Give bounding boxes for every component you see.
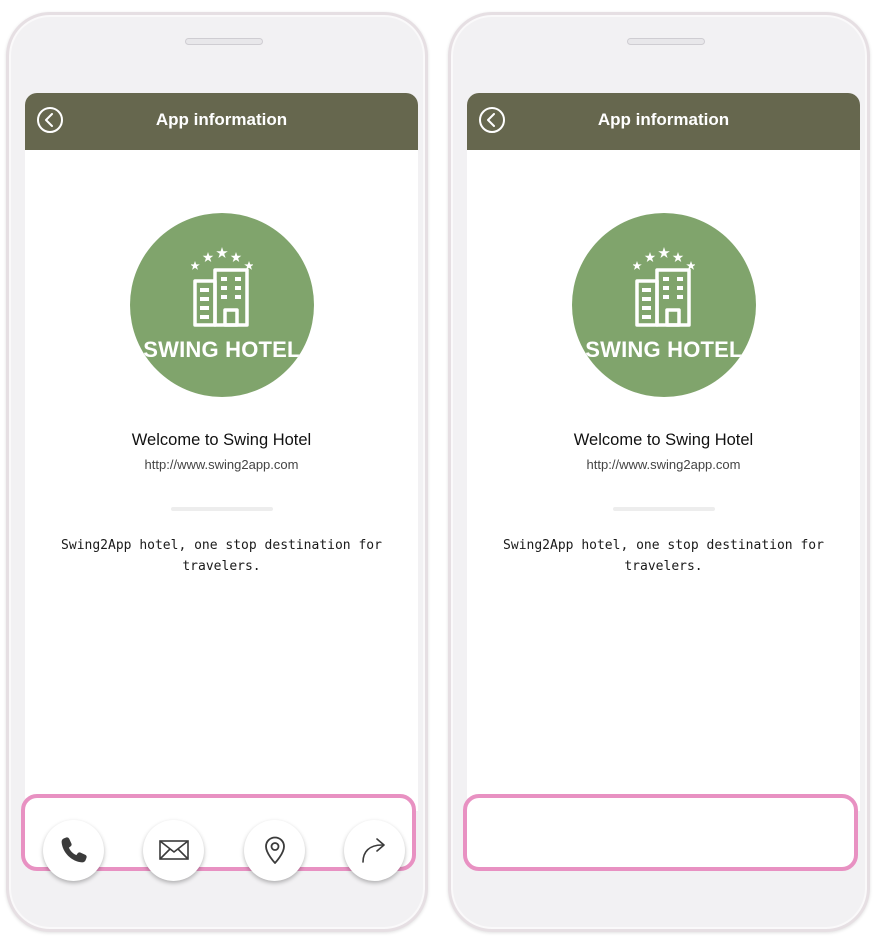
phone-frame-right: App information SWING HOTEL Welcome to S… [448,12,870,932]
divider [613,507,715,511]
app-screen-left: App information SWING HOTEL Welcome to S… [25,93,418,811]
action-bar-highlight-empty [463,794,858,871]
mail-icon [159,840,189,860]
logo-text: SWING HOTEL [143,337,301,362]
welcome-heading: Welcome to Swing Hotel [573,431,754,449]
call-button[interactable] [43,820,104,881]
welcome-heading: Welcome to Swing Hotel [131,431,312,449]
action-bar-highlight [21,794,416,881]
hotel-logo: SWING HOTEL [572,213,756,397]
website-link[interactable]: http://www.swing2app.com [467,457,860,472]
phone-frame-left: App information SWING HOTEL Welcome to S… [6,12,428,932]
phone-speaker [185,38,263,45]
location-button[interactable] [244,820,305,881]
header-title: App information [155,110,288,129]
divider [171,507,273,511]
app-header: App information [25,93,418,150]
app-description: Swing2App hotel, one stop destination fo… [61,538,382,574]
app-description: Swing2App hotel, one stop destination fo… [503,538,824,574]
app-header: App information [467,93,860,150]
share-arrow-icon [362,838,385,863]
phone-icon [61,837,87,863]
phone-speaker [627,38,705,45]
hotel-building-icon [633,247,695,327]
location-pin-icon [265,836,285,864]
app-screen-right: App information SWING HOTEL Welcome to S… [467,93,860,811]
mail-button[interactable] [143,820,204,881]
share-button[interactable] [344,820,405,881]
logo-text: SWING HOTEL [585,337,743,362]
header-title: App information [597,110,730,129]
website-link[interactable]: http://www.swing2app.com [25,457,418,472]
hotel-logo: SWING HOTEL [130,213,314,397]
hotel-building-icon [191,247,253,327]
